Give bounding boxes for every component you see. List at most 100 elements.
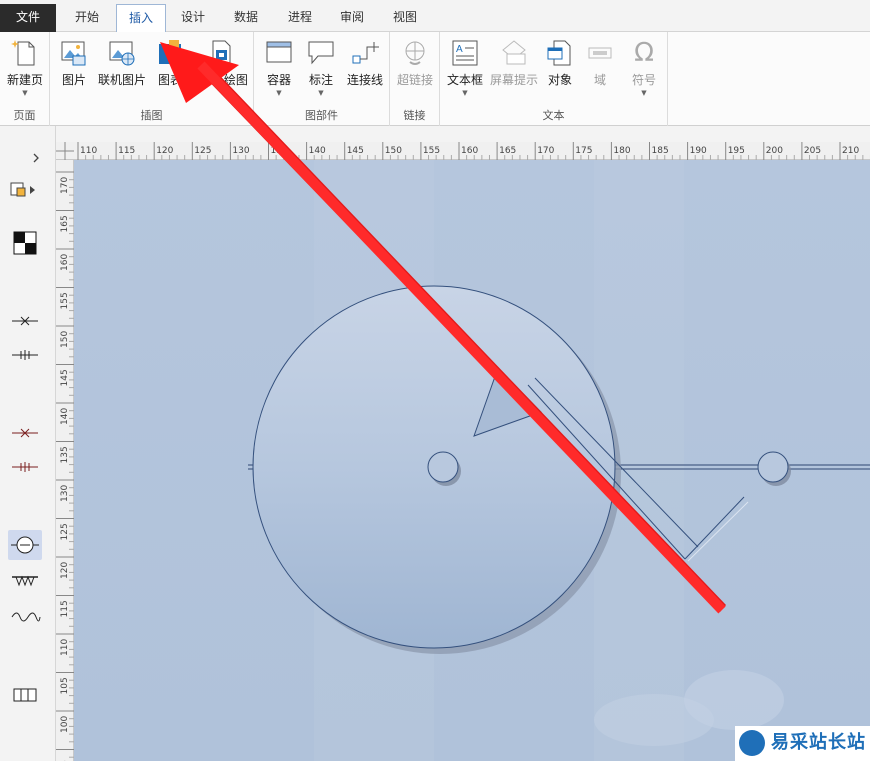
ruler-label: 190 (690, 146, 707, 156)
group-text-label: 文本 (542, 109, 565, 122)
group-page-label: 页面 (13, 109, 36, 122)
container-button[interactable]: 容器 ▼ (260, 38, 298, 97)
cross-line-icon (12, 316, 38, 326)
connector-icon (350, 38, 380, 68)
shape-ground-line-2[interactable] (8, 452, 42, 482)
group-page: 新建页 ▼ 页面 (0, 32, 50, 126)
ruler-label: 115 (60, 600, 70, 617)
chart-label: 图表 (157, 73, 182, 87)
drawing-canvas[interactable] (74, 160, 870, 761)
hyperlink-button[interactable]: 超链接 (394, 38, 436, 88)
shape-cross-line-1[interactable] (8, 306, 42, 336)
ruler-label: 120 (156, 146, 173, 156)
container-label: 容器 (266, 73, 291, 87)
ruler-label: 140 (309, 146, 326, 156)
ruler-label: 135 (271, 146, 288, 156)
tab-insert[interactable]: 插入 (116, 4, 166, 33)
shape-cross-line-2[interactable] (8, 418, 42, 448)
online-picture-icon (107, 38, 137, 68)
shape-ground-line-1[interactable] (8, 340, 42, 370)
new-page-label: 新建页 (6, 73, 43, 87)
ruler-label: 175 (575, 146, 592, 156)
ruler-label: 195 (728, 146, 745, 156)
ruler-label: 180 (613, 146, 630, 156)
ruler-label: 120 (60, 562, 70, 579)
ruler-label: 160 (461, 146, 478, 156)
tab-design[interactable]: 设计 (168, 4, 218, 32)
group-illustrations-label: 插图 (140, 109, 163, 122)
wave-symbol-icon (11, 612, 41, 622)
shape-wave[interactable] (8, 602, 42, 632)
cad-drawing-icon (206, 38, 236, 68)
tab-process[interactable]: 进程 (274, 4, 326, 32)
connector-label: 连接线 (346, 73, 383, 87)
checker-icon (13, 231, 37, 255)
text-box-button[interactable]: A 文本框 ▼ (444, 38, 486, 97)
picture-button[interactable]: 图片 (56, 38, 92, 88)
ruler-label: 150 (60, 331, 70, 348)
ruler-label: 200 (766, 146, 783, 156)
shape-checker[interactable] (8, 228, 42, 258)
ruler-label: 205 (804, 146, 821, 156)
chart-button[interactable]: 图表 (152, 38, 188, 88)
ruler-origin-icon (56, 142, 74, 160)
shapes-panel (0, 126, 56, 761)
group-links-label: 链接 (403, 109, 426, 122)
new-page-icon (10, 38, 40, 68)
symbol-button[interactable]: Ω 符号 ▼ (624, 38, 664, 97)
callout-caret-icon: ▼ (318, 89, 324, 97)
ruler-label: 130 (60, 485, 70, 502)
ruler-label: 155 (60, 292, 70, 309)
picture-label: 图片 (61, 73, 86, 87)
ruler-label: 150 (385, 146, 402, 156)
screen-tip-button[interactable]: 屏幕提示 (486, 38, 542, 88)
ruler-horizontal[interactable]: 110 115 120 125 130 135 140 145 150 155 160 165 170 1… (74, 142, 870, 160)
ruler-label: 170 (60, 177, 70, 194)
expand-panel-button[interactable] (8, 148, 42, 168)
svg-text:A: A (456, 44, 463, 55)
ruler-label: 100 (60, 716, 70, 733)
ground-line-red-icon (12, 462, 38, 472)
object-icon (545, 38, 575, 68)
group-illustrations: 图片 联机图片 图表 CAD 绘图 插图 (50, 32, 254, 126)
shape-terminal-block[interactable] (8, 680, 42, 710)
tab-file[interactable]: 文件 (0, 4, 56, 32)
ruler-label: 125 (194, 146, 211, 156)
connector-button[interactable]: 连接线 (342, 38, 388, 88)
callout-button[interactable]: 标注 ▼ (302, 38, 340, 97)
group-diagram-parts-label: 图部件 (305, 109, 338, 122)
container-caret-icon: ▼ (276, 89, 282, 97)
object-button[interactable]: 对象 (542, 38, 578, 88)
shape-resistor[interactable] (8, 566, 42, 596)
tab-home[interactable]: 开始 (60, 4, 114, 32)
tab-view[interactable]: 视图 (378, 4, 432, 32)
omega-icon: Ω (634, 38, 654, 68)
ruler-label: 165 (499, 146, 516, 156)
ruler-vertical-ticks: 170 165 160 155 150 145 140 135 130 125 120 115 110 1… (56, 171, 74, 761)
ruler-vertical[interactable]: 170 165 160 155 150 145 140 135 130 125 120 115 110 1… (56, 160, 74, 761)
breaker-shape[interactable] (252, 285, 791, 654)
background-blur (594, 694, 714, 746)
cad-drawing-button[interactable]: CAD 绘图 (190, 38, 252, 88)
watermark: 易采站长站 (735, 726, 870, 761)
screen-tip-icon (499, 38, 529, 68)
field-icon (585, 38, 615, 68)
ruler-label: 110 (80, 146, 97, 156)
tab-data[interactable]: 数据 (220, 4, 272, 32)
ruler-corner (56, 142, 74, 160)
ruler-label: 125 (60, 523, 70, 540)
tab-review[interactable]: 审阅 (328, 4, 376, 32)
ribbon-insert: 新建页 ▼ 页面 图片 联机图片 图表 CAD 绘图 插图 容器 ▼ 标注 ▼ … (0, 32, 870, 126)
online-picture-button[interactable]: 联机图片 (94, 38, 150, 88)
ruler-label: 135 (60, 446, 70, 463)
chart-icon (155, 38, 185, 68)
stencil-icon (10, 182, 35, 197)
stencil-menu-button[interactable] (8, 178, 42, 202)
field-button[interactable]: 域 (582, 38, 618, 88)
cross-line-red-icon (12, 428, 38, 438)
new-page-button[interactable]: 新建页 ▼ (2, 38, 48, 97)
text-box-icon: A (450, 38, 480, 68)
shape-breaker[interactable] (8, 530, 42, 560)
ruler-label: 165 (60, 215, 70, 232)
ruler-label: 155 (423, 146, 440, 156)
